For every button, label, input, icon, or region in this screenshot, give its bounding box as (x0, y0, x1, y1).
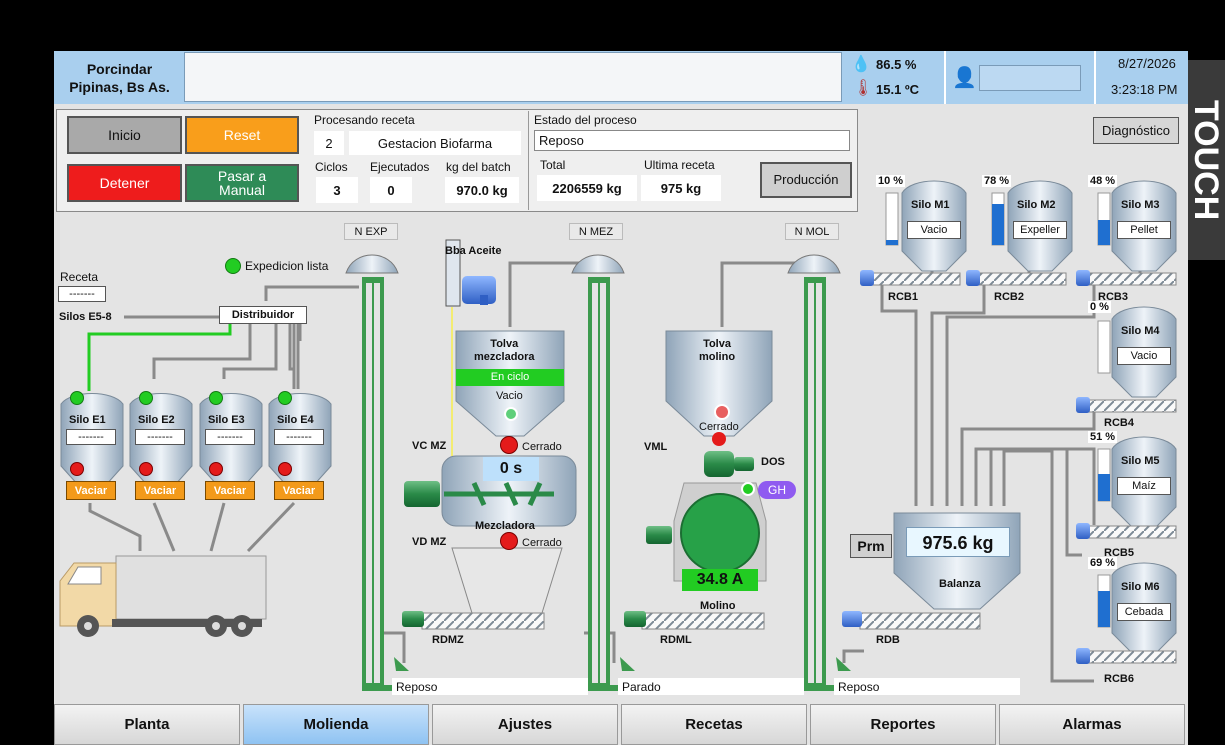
rdmz-label: RDMZ (432, 634, 464, 646)
silo-e-bottom-indicator (209, 462, 223, 476)
silo-m-content[interactable]: Vacio (1117, 347, 1171, 365)
silo-m-screw-label: RCB1 (888, 291, 918, 303)
silo-m-screw-label: RCB4 (1104, 417, 1134, 429)
hmi-screen: Porcindar Pipinas, Bs As. 💧 86.5 % 🌡 15.… (54, 51, 1188, 745)
silo-e-name: Silo E1 (69, 414, 106, 426)
mill-hopper-indicator (714, 404, 730, 420)
silo-m-level: 0 % (1088, 301, 1111, 313)
elevator-mez-status: Parado (618, 678, 804, 695)
mixer-cycle-status: En ciclo (456, 369, 564, 386)
distribuidor: Distribuidor (219, 306, 307, 324)
receta-value: ------- (58, 286, 106, 302)
receta-label: Receta (60, 270, 99, 284)
silo-m-level: 78 % (982, 175, 1012, 187)
vc-mz-state: Cerrado (522, 441, 562, 453)
mixer-timer: 0 s (483, 457, 539, 481)
mixer-hopper-state: Vacio (496, 390, 523, 402)
silos-e5-8-label: Silos E5-8 (59, 311, 112, 323)
silo-m-name: Silo M4 (1121, 325, 1160, 337)
screws (402, 611, 981, 630)
silo-e-value: ------- (135, 429, 185, 445)
truck (59, 555, 267, 637)
silo-m-name: Silo M5 (1121, 455, 1160, 467)
silo-m-content[interactable]: Maíz (1117, 477, 1171, 495)
vd-mz-state: Cerrado (522, 537, 562, 549)
vaciar-button[interactable]: Vaciar (135, 481, 185, 500)
vd-mz-indicator (500, 532, 518, 550)
silo-e-top-indicator (70, 391, 84, 405)
silo-m-level: 10 % (876, 175, 906, 187)
silo-m-screw-label: RCB6 (1104, 673, 1134, 685)
gh-indicator (741, 482, 755, 496)
silo-e-value: ------- (66, 429, 116, 445)
tab-ajustes[interactable]: Ajustes (432, 704, 618, 745)
scale-weight: 975.6 kg (906, 527, 1010, 557)
silo-m-content[interactable]: Expeller (1013, 221, 1067, 239)
mill-label: Molino (700, 600, 736, 612)
tab-recetas[interactable]: Recetas (621, 704, 807, 745)
silo-e-value: ------- (274, 429, 324, 445)
vaciar-button[interactable]: Vaciar (66, 481, 116, 500)
vml-label: VML (644, 441, 668, 453)
silo-m-name: Silo M1 (911, 199, 950, 211)
vaciar-button[interactable]: Vaciar (274, 481, 324, 500)
tab-planta[interactable]: Planta (54, 704, 240, 745)
mixer-label: Mezcladora (475, 520, 535, 532)
rdml-label: RDML (660, 634, 692, 646)
silo-m-level: 51 % (1088, 431, 1118, 443)
silo-e-bottom-indicator (139, 462, 153, 476)
mill-hopper-label: Tolva molino (699, 338, 736, 363)
elevator-exp-status: Reposo (392, 678, 588, 695)
silo-m-content[interactable]: Pellet (1117, 221, 1171, 239)
rdb-label: RDB (876, 634, 900, 646)
tab-reportes[interactable]: Reportes (810, 704, 996, 745)
silo-m-content[interactable]: Cebada (1117, 603, 1171, 621)
vd-mz-label: VD MZ (412, 536, 447, 548)
gh-badge[interactable]: GH (758, 481, 796, 499)
oil-pump-label: Bba Aceite (445, 245, 502, 257)
silo-e-name: Silo E2 (138, 414, 175, 426)
silo-e-top-indicator (209, 391, 223, 405)
silo-m-name: Silo M6 (1121, 581, 1160, 593)
silo-e-top-indicator (278, 391, 292, 405)
scale-label: Balanza (939, 578, 981, 590)
expedition-status: Expedicion lista (245, 259, 329, 273)
elevator-exp-tag: N EXP (344, 223, 398, 240)
mill-current: 34.8 A (696, 571, 744, 588)
mixer-hopper-indicator (504, 407, 518, 421)
silo-m-screw-label: RCB2 (994, 291, 1024, 303)
silo-e-value: ------- (205, 429, 255, 445)
silo-m-content[interactable]: Vacio (907, 221, 961, 239)
mill-valve-indicator (712, 432, 726, 446)
silo-e-bottom-indicator (70, 462, 84, 476)
process-diagram (59, 180, 1177, 691)
tab-alarmas[interactable]: Alarmas (999, 704, 1185, 745)
elevator-mol-tag: N MOL (785, 223, 839, 240)
vc-mz-label: VC MZ (412, 440, 447, 452)
silo-m-level: 48 % (1088, 175, 1118, 187)
tab-molienda[interactable]: Molienda (243, 704, 429, 745)
elevator-mez-tag: N MEZ (569, 223, 623, 240)
expedition-status-indicator (225, 258, 241, 274)
silo-m-level: 69 % (1088, 557, 1118, 569)
touch-side-label: TOUCH (1187, 60, 1225, 260)
silo-m-name: Silo M2 (1017, 199, 1056, 211)
elevator-mol-status: Reposo (834, 678, 1020, 695)
vaciar-button[interactable]: Vaciar (205, 481, 255, 500)
silo-e-bottom-indicator (278, 462, 292, 476)
silo-e-name: Silo E4 (277, 414, 314, 426)
prm-button[interactable]: Prm (850, 534, 892, 558)
dos-label: DOS (761, 456, 785, 468)
vc-mz-indicator (500, 436, 518, 454)
mixer-hopper-label: Tolva mezcladora (474, 338, 535, 363)
silo-e-name: Silo E3 (208, 414, 245, 426)
silo-m-name: Silo M3 (1121, 199, 1160, 211)
silo-e-top-indicator (139, 391, 153, 405)
